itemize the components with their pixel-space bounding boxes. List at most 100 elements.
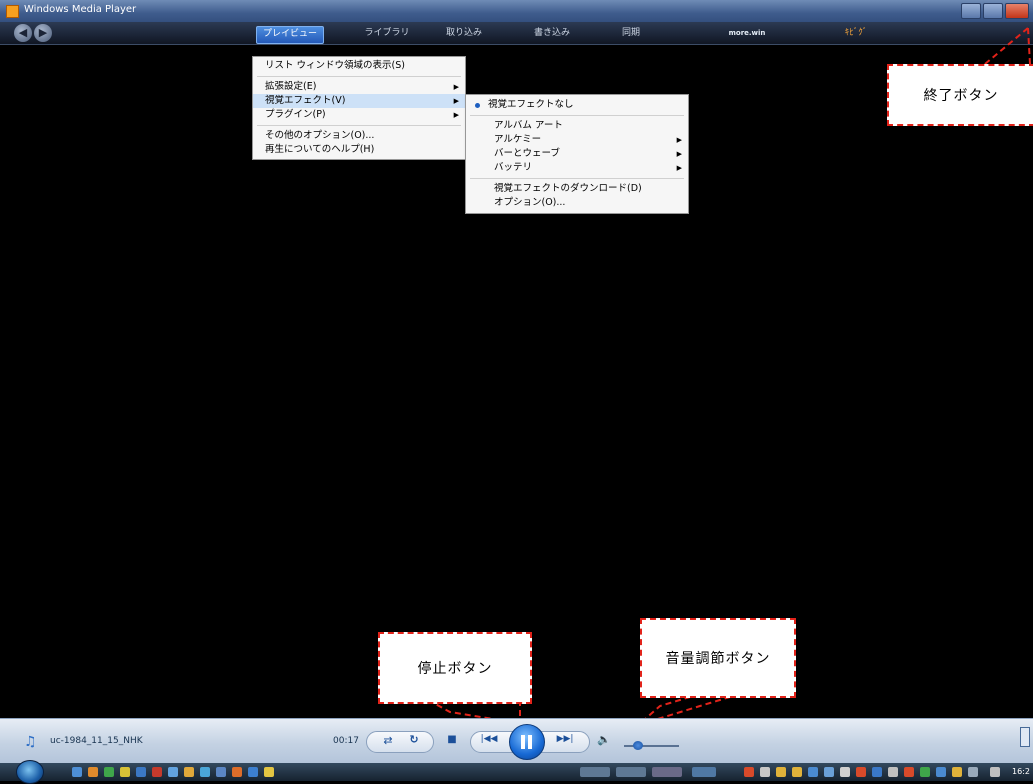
- menu-item-show-list-pane[interactable]: リスト ウィンドウ領域の表示(S): [253, 59, 465, 73]
- menu-item-visualizations[interactable]: 視覚エフェクト(V) ▶: [253, 94, 465, 108]
- back-arrow-icon[interactable]: ◀: [14, 24, 32, 42]
- menu-separator: [257, 76, 461, 77]
- tray-icon[interactable]: [936, 767, 946, 777]
- shuffle-repeat-group: [366, 731, 434, 753]
- playback-control-bar: ♫ uc-1984_11_15_NHK 00:17 ⇄ ↻ ■ |◀◀ ▶▶| …: [0, 718, 1033, 764]
- menu-item-label: 再生についてのヘルプ(H): [265, 144, 375, 155]
- submenu-arrow-icon: ▶: [676, 136, 682, 144]
- tray-icon[interactable]: [808, 767, 818, 777]
- start-button[interactable]: [16, 760, 44, 784]
- tray-icon[interactable]: [856, 767, 866, 777]
- submenu-item-no-visualization[interactable]: 視覚エフェクトなし: [466, 98, 688, 112]
- play-pause-button[interactable]: [509, 724, 545, 760]
- taskbar-app-icon[interactable]: [200, 767, 210, 777]
- forward-arrow-icon[interactable]: ▶: [34, 24, 52, 42]
- tab-online-store[interactable]: ｷﾋﾞｸﾞ: [832, 26, 880, 42]
- selected-bullet-icon: [475, 103, 480, 108]
- visualizations-submenu: 視覚エフェクトなし アルバム アート アルケミー ▶ バーとウェーブ ▶ バッテリ ▶…: [465, 94, 689, 214]
- speaker-tray-icon[interactable]: [990, 767, 1000, 777]
- taskbar-app-icon[interactable]: [104, 767, 114, 777]
- submenu-item-alchemy[interactable]: アルケミー ▶: [466, 133, 688, 147]
- submenu-item-label: アルバム アート: [494, 120, 563, 131]
- maximize-button[interactable]: [983, 3, 1003, 19]
- menu-separator: [257, 125, 461, 126]
- stop-icon[interactable]: ■: [446, 734, 458, 745]
- menu-separator: [470, 178, 684, 179]
- taskbar-app-icon[interactable]: [264, 767, 274, 777]
- switch-view-icon[interactable]: [1020, 727, 1030, 747]
- taskbar-app-icon[interactable]: [216, 767, 226, 777]
- submenu-item-options[interactable]: オプション(O)...: [466, 196, 688, 210]
- tab-burn[interactable]: 書き込み: [528, 26, 576, 42]
- shuffle-icon[interactable]: ⇄: [380, 734, 396, 747]
- taskbar-app-icon[interactable]: [72, 767, 82, 777]
- pause-icon: [521, 735, 525, 749]
- submenu-item-label: バッテリ: [494, 162, 533, 173]
- menu-item-label: プラグイン(P): [265, 109, 326, 120]
- tab-library[interactable]: ライブラリ: [358, 26, 416, 42]
- speaker-icon[interactable]: 🔈: [596, 733, 612, 746]
- tray-icon[interactable]: [888, 767, 898, 777]
- submenu-item-album-art[interactable]: アルバム アート: [466, 119, 688, 133]
- tray-icon[interactable]: [744, 767, 754, 777]
- music-note-icon: ♫: [24, 734, 37, 750]
- tray-icon[interactable]: [872, 767, 882, 777]
- tray-icon[interactable]: [968, 767, 978, 777]
- menu-item-enhancements[interactable]: 拡張設定(E) ▶: [253, 80, 465, 94]
- minimize-button[interactable]: [961, 3, 981, 19]
- tab-rip[interactable]: 取り込み: [440, 26, 488, 42]
- taskbar-app-icon[interactable]: [88, 767, 98, 777]
- stop-button-annotation: 停止ボタン: [378, 632, 532, 704]
- volume-slider-thumb[interactable]: [632, 741, 643, 750]
- taskbar-app-icon[interactable]: [184, 767, 194, 777]
- tray-icon[interactable]: [840, 767, 850, 777]
- repeat-icon[interactable]: ↻: [406, 733, 422, 746]
- taskbar-app-icon[interactable]: [232, 767, 242, 777]
- tray-icon[interactable]: [760, 767, 770, 777]
- tray-icon[interactable]: [824, 767, 834, 777]
- taskbar-window-button[interactable]: [652, 767, 682, 777]
- submenu-item-bars-waves[interactable]: バーとウェーブ ▶: [466, 147, 688, 161]
- tab-media-guide[interactable]: more.win: [722, 26, 772, 42]
- taskbar-app-icon[interactable]: [168, 767, 178, 777]
- tab-sync[interactable]: 同期: [616, 26, 646, 42]
- taskbar-window-button[interactable]: [580, 767, 610, 777]
- taskbar-window-button[interactable]: [692, 767, 716, 777]
- submenu-arrow-icon: ▶: [453, 111, 459, 119]
- close-button[interactable]: [1005, 3, 1029, 19]
- navigation-bar: ◀ ▶ プレイビュー ライブラリ 取り込み 書き込み 同期 more.win ｷ…: [0, 22, 1033, 45]
- submenu-arrow-icon: ▶: [676, 150, 682, 158]
- playview-menu: リスト ウィンドウ領域の表示(S) 拡張設定(E) ▶ 視覚エフェクト(V) ▶ プ…: [252, 56, 466, 160]
- volume-button-annotation: 音量調節ボタン: [640, 618, 796, 698]
- menu-item-label: リスト ウィンドウ領域の表示(S): [265, 60, 405, 71]
- elapsed-time: 00:17: [333, 736, 359, 746]
- tray-icon[interactable]: [904, 767, 914, 777]
- taskbar-app-icon[interactable]: [152, 767, 162, 777]
- submenu-item-label: オプション(O)...: [494, 197, 566, 208]
- taskbar-app-icon[interactable]: [120, 767, 130, 777]
- menu-item-help[interactable]: 再生についてのヘルプ(H): [253, 143, 465, 157]
- window-title: Windows Media Player: [24, 4, 137, 15]
- media-player-icon: [6, 5, 19, 18]
- tray-icon[interactable]: [920, 767, 930, 777]
- now-playing-title: uc-1984_11_15_NHK: [50, 736, 143, 746]
- previous-icon[interactable]: |◀◀: [476, 734, 502, 744]
- next-icon[interactable]: ▶▶|: [552, 734, 578, 744]
- menu-item-label: その他のオプション(O)...: [265, 130, 375, 141]
- menu-item-more-options[interactable]: その他のオプション(O)...: [253, 129, 465, 143]
- title-bar[interactable]: Windows Media Player: [0, 0, 1033, 22]
- tab-playview[interactable]: プレイビュー: [256, 26, 324, 44]
- menu-item-label: 拡張設定(E): [265, 81, 317, 92]
- taskbar-app-icon[interactable]: [136, 767, 146, 777]
- menu-item-plugins[interactable]: プラグイン(P) ▶: [253, 108, 465, 122]
- tray-icon[interactable]: [792, 767, 802, 777]
- submenu-arrow-icon: ▶: [453, 97, 459, 105]
- tray-icon[interactable]: [776, 767, 786, 777]
- submenu-item-download[interactable]: 視覚エフェクトのダウンロード(D): [466, 182, 688, 196]
- submenu-arrow-icon: ▶: [453, 83, 459, 91]
- menu-item-label: 視覚エフェクト(V): [265, 95, 346, 106]
- submenu-item-battery[interactable]: バッテリ ▶: [466, 161, 688, 175]
- taskbar-app-icon[interactable]: [248, 767, 258, 777]
- tray-icon[interactable]: [952, 767, 962, 777]
- taskbar-window-button[interactable]: [616, 767, 646, 777]
